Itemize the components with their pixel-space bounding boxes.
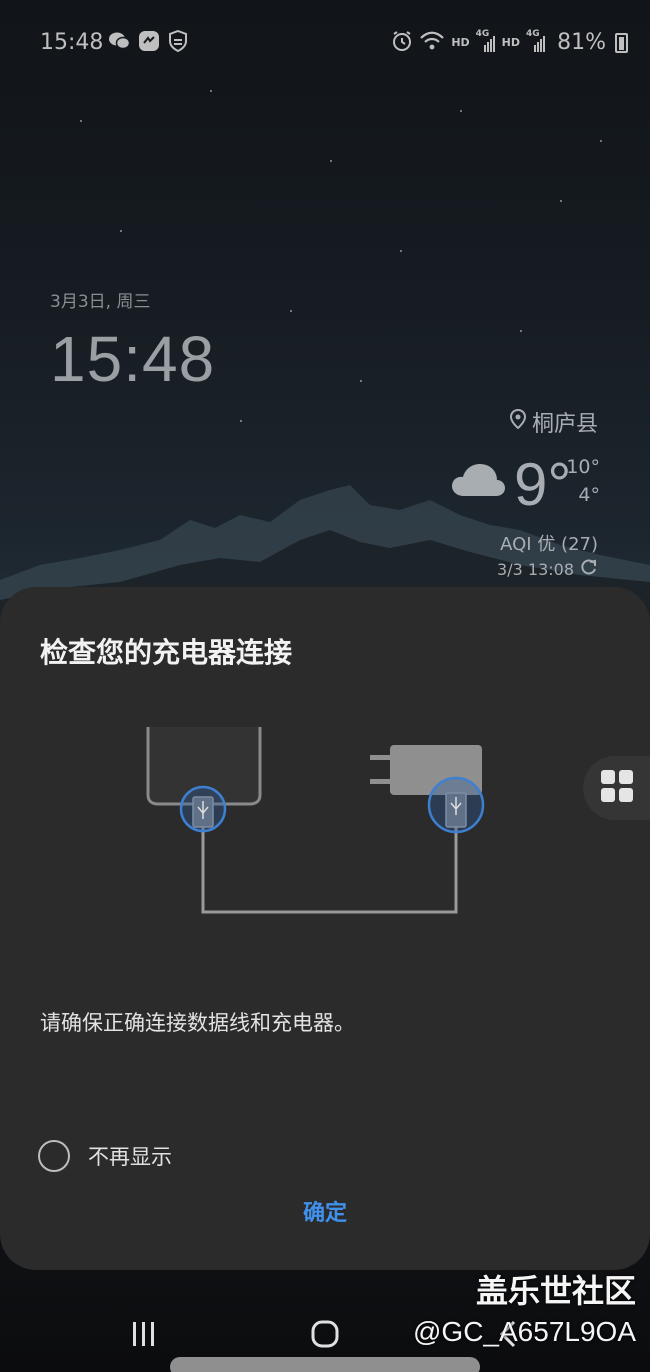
- weather-low: 4°: [578, 484, 600, 506]
- shield-icon: [168, 29, 188, 56]
- home-button[interactable]: [295, 1316, 355, 1356]
- battery-percent: 81%: [557, 30, 606, 55]
- hd-label-2: HD: [501, 36, 520, 49]
- weather-location[interactable]: 桐庐县: [509, 406, 598, 438]
- lockscreen-date: 3月3日, 周三: [50, 292, 151, 312]
- wechat-icon: [108, 31, 131, 55]
- recents-icon: [129, 1320, 159, 1352]
- gesture-handle[interactable]: [170, 1357, 480, 1372]
- lockscreen-clock: 15:48: [50, 323, 216, 395]
- weather-updated-time: 3/3 13:08: [497, 559, 574, 579]
- cloud-icon: [450, 462, 506, 502]
- refresh-icon[interactable]: [580, 558, 598, 580]
- confirm-button[interactable]: 确定: [275, 1191, 375, 1231]
- watermark-user: @GC_A657L9OA: [413, 1316, 636, 1347]
- recents-button[interactable]: [114, 1316, 174, 1356]
- dont-show-again-label: 不再显示: [88, 1145, 172, 1169]
- status-time: 15:48: [40, 30, 104, 55]
- dialog-title: 检查您的充电器连接: [40, 636, 293, 669]
- status-bar: 15:48 HD 4G HD 4G 81%: [0, 0, 650, 84]
- alarm-icon: [391, 30, 413, 55]
- signal-icon-sim1: 4G: [476, 29, 496, 53]
- dont-show-again-option[interactable]: 不再显示: [38, 1140, 172, 1172]
- dialog-message: 请确保正确连接数据线和充电器。: [40, 1011, 355, 1035]
- battery-icon: [615, 33, 628, 53]
- charger-connection-illustration: [146, 727, 485, 914]
- location-pin-icon: [509, 408, 526, 435]
- floating-app-grid-button[interactable]: [583, 756, 650, 820]
- hd-label-1: HD: [451, 36, 470, 49]
- watermark-site: 盖乐世社区: [475, 1272, 636, 1310]
- messenger-icon: [138, 30, 160, 56]
- weather-temperature: 9°: [514, 451, 572, 518]
- signal-icon-sim2: 4G: [526, 29, 546, 53]
- weather-location-label: 桐庐县: [531, 412, 598, 437]
- weather-updated[interactable]: 3/3 13:08: [497, 558, 598, 580]
- wifi-icon: [419, 31, 445, 54]
- weather-aqi: AQI 优 (27): [500, 534, 598, 555]
- grid-icon: [600, 769, 634, 807]
- home-icon: [310, 1319, 340, 1353]
- weather-high: 10°: [566, 456, 600, 478]
- charger-check-dialog: 检查您的充电器连接 请确保正确连接数据线和充电器。 不再显示 确定: [0, 587, 650, 1270]
- dont-show-again-checkbox[interactable]: [38, 1140, 70, 1172]
